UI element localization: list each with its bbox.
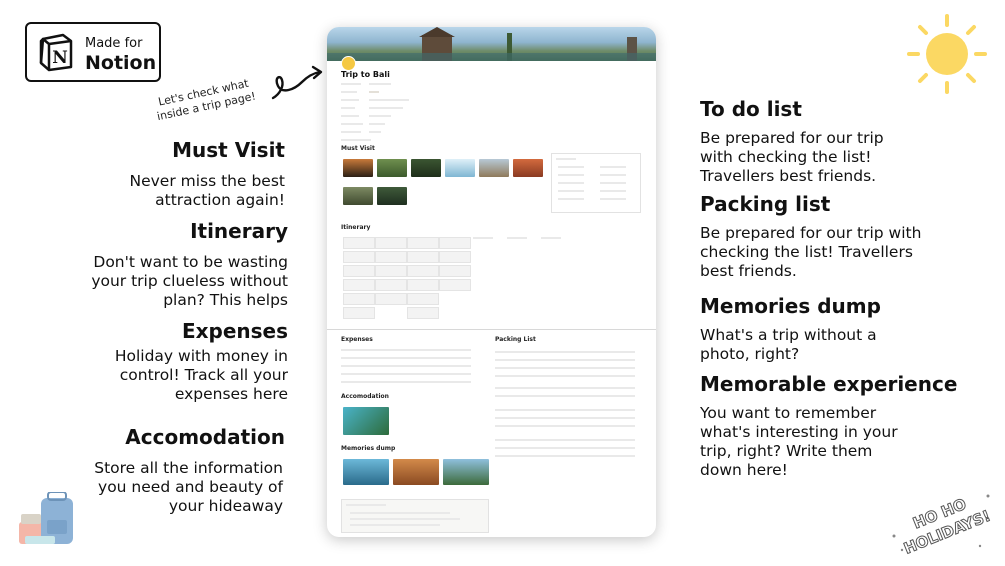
accomodation-photo [343,407,389,435]
packing-line-2: checking the list! Travellers [700,243,913,261]
expenses-desc: Holiday with money in control! Track all… [115,347,288,404]
expenses-line-3: expenses here [174,385,288,403]
itinerary-section-title: Itinerary [341,224,371,231]
itinerary-line-1: Don't want to be wasting [93,253,288,271]
experience-desc: You want to remember what's interesting … [700,404,912,480]
todo-heading: To do list [700,97,802,121]
itinerary-desc: Don't want to be wasting your trip cluel… [91,253,288,310]
itinerary-line-3: plan? This helps [163,291,288,309]
accomodation-line-3: your hideaway [168,497,283,515]
expenses-line-2: control! Track all your [119,366,288,384]
memories-line-2: photo, right? [700,345,800,363]
page-title: Trip to Bali [341,70,390,79]
page-properties [341,81,431,133]
todo-widget [551,153,641,213]
badge-brand-text: Notion [85,52,157,74]
itinerary-heading: Itinerary [190,219,288,243]
packing-desc: Be prepared for our trip with checking t… [700,224,930,281]
packing-heading: Packing list [700,192,831,216]
notion-logo-letter: N [52,48,68,68]
must-visit-section-title: Must Visit [341,145,375,152]
must-visit-line-1: Never miss the best [129,172,285,190]
todo-desc: Be prepared for our trip with checking t… [700,129,910,186]
memories-heading: Memories dump [700,294,881,318]
packing-line-3: best friends. [700,262,797,280]
expenses-section-title: Expenses [341,336,373,343]
accomodation-section-title: Accomodation [341,393,389,400]
memorable-experience-callout [341,499,489,533]
packing-list-board [495,347,640,467]
expenses-table [341,347,481,387]
must-visit-line-2: attraction again! [155,191,285,209]
sun-icon [905,12,990,101]
todo-line-1: Be prepared for our trip [700,129,884,147]
luggage-icon [17,491,79,552]
memories-section-title: Memories dump [341,445,396,452]
trip-page-hint: Let's check what inside a trip page! [155,76,257,124]
must-visit-desc: Never miss the best attraction again! [129,172,285,210]
memories-line-1: What's a trip without a [700,326,877,344]
page-spread-divider [327,329,656,330]
must-visit-heading: Must Visit [172,138,285,162]
page-cover-image [327,27,656,61]
accomodation-line-1: Store all the information [94,459,283,477]
expenses-heading: Expenses [181,319,288,343]
memories-desc: What's a trip without a photo, right? [700,326,910,364]
badge-made-for-text: Made for [85,36,143,51]
experience-line-2: what's interesting in your [700,423,898,441]
page-emoji-icon [341,56,356,71]
todo-line-3: Travellers best friends. [700,167,877,185]
accomodation-desc: Store all the information you need and b… [94,459,283,516]
ho-ho-holidays-sticker: HO HO HOLIDAYS! [888,486,998,562]
experience-line-3: trip, right? Write them [700,442,873,460]
notion-page-preview: Trip to Bali Must Visit Itinerary Expens… [327,27,656,537]
notion-logo-icon: N [37,32,75,72]
accomodation-heading: Accomodation [125,425,285,449]
itinerary-board [341,237,641,327]
expenses-line-1: Holiday with money in [114,347,288,365]
accomodation-line-2: you need and beauty of [98,478,283,496]
experience-line-1: You want to remember [700,404,877,422]
curly-arrow-icon [270,64,325,108]
packing-line-1: Be prepared for our trip with [700,224,922,242]
packing-section-title: Packing List [495,336,536,343]
experience-line-4: down here! [700,461,788,479]
made-for-notion-badge: N Made for Notion [25,22,161,82]
memories-gallery [341,459,491,489]
must-visit-gallery [341,159,551,209]
experience-heading: Memorable experience [700,372,958,396]
itinerary-line-2: your trip clueless without [91,272,288,290]
todo-line-2: with checking the list! [700,148,872,166]
